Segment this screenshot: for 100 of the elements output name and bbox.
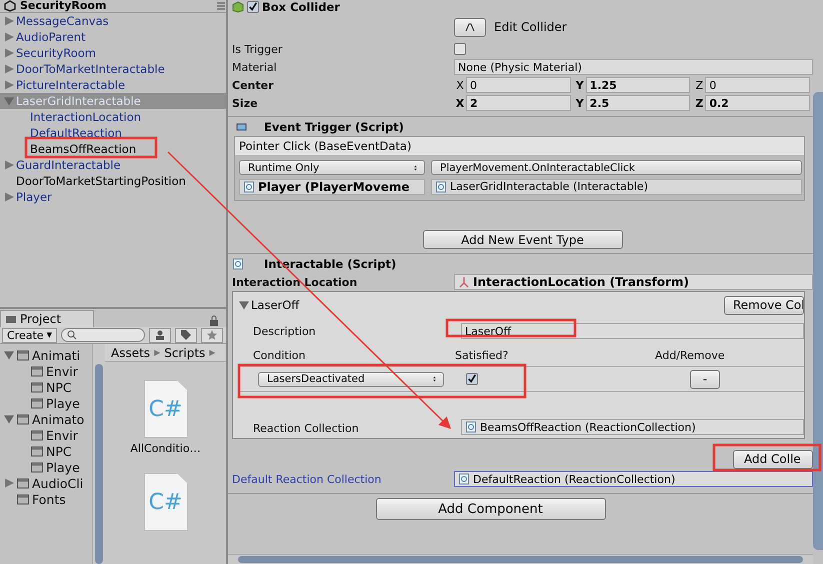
hierarchy-item[interactable]: PictureInteractable [0, 77, 226, 93]
collection-name: LaserOff [251, 298, 300, 312]
vector-field[interactable]: 1.25 [586, 77, 690, 93]
field-label: Material [232, 60, 278, 74]
folder-item[interactable]: Playe [0, 395, 92, 411]
vector-field[interactable]: 0 [705, 77, 810, 93]
star-icon [206, 329, 218, 341]
breadcrumb-separator: ▶ [209, 348, 216, 357]
satisfied-checkbox[interactable] [466, 373, 478, 385]
field-label: Center [232, 78, 275, 92]
checkmark-icon [467, 374, 477, 384]
condition-dropdown[interactable]: LasersDeactivated [258, 372, 444, 386]
argument-field[interactable]: LaserGridInteractable (Interactable) [431, 178, 802, 194]
reaction-collection-field[interactable]: BeamsOffReaction (ReactionCollection) [461, 419, 804, 435]
material-field[interactable]: None (Physic Material) [454, 59, 813, 75]
folder-item[interactable]: AudioCli [0, 475, 92, 491]
interaction-location-field[interactable]: InteractionLocation (Transform) [454, 274, 813, 290]
edit-collider-button[interactable] [454, 18, 486, 36]
project-tab[interactable]: Project [0, 310, 94, 327]
field-label: Size [232, 96, 259, 110]
description-field[interactable]: LaserOff [461, 323, 804, 339]
folder-icon [16, 349, 30, 361]
hierarchy-item[interactable]: BeamsOffReaction [0, 141, 226, 157]
script-icon [435, 180, 447, 192]
hierarchy-item[interactable]: InteractionLocation [0, 109, 226, 125]
field-label: Reaction Collection [253, 422, 360, 435]
hierarchy-item[interactable]: AudioParent [0, 29, 226, 45]
transform-icon [458, 276, 470, 288]
folder-item[interactable]: Animato [0, 411, 92, 427]
folder-item[interactable]: Playe [0, 459, 92, 475]
add-collection-button[interactable]: Add Colle [733, 450, 813, 468]
script-icon [232, 258, 244, 270]
field-label: Description [253, 324, 317, 338]
scene-title: SecurityRoom [20, 0, 106, 12]
horizontal-scrollbar[interactable] [228, 554, 813, 564]
vector-field[interactable]: 0 [466, 77, 571, 93]
hierarchy-item[interactable]: GuardInteractable [0, 157, 226, 173]
folder-icon [16, 493, 30, 505]
hierarchy-item[interactable]: SecurityRoom [0, 45, 226, 61]
function-dropdown[interactable]: PlayerMovement.OnInteractableClick [431, 160, 802, 175]
script-icon [243, 180, 255, 192]
hierarchy-item[interactable]: Player [0, 189, 226, 205]
folder-icon [30, 365, 44, 377]
favorites-button[interactable] [200, 328, 223, 342]
enable-checkbox[interactable] [247, 1, 259, 13]
component-title: Box Collider [262, 0, 340, 14]
folder-icon [30, 381, 44, 393]
breadcrumb-link[interactable]: Scripts [164, 346, 206, 360]
breadcrumb-separator: ▶ [154, 348, 160, 357]
filter-type-button[interactable] [148, 328, 171, 342]
hierarchy-item[interactable]: DefaultReaction [0, 125, 226, 141]
edit-collider-label: Edit Collider [494, 20, 567, 34]
runtime-dropdown[interactable]: Runtime Only [239, 160, 425, 175]
folder-icon [30, 397, 44, 409]
object-field[interactable]: Player (PlayerMoveme [239, 178, 425, 194]
cube-icon [232, 1, 244, 13]
label-filter-button[interactable] [174, 328, 197, 342]
folder-item[interactable]: Envir [0, 427, 92, 443]
axis-label: X [454, 96, 466, 110]
folder-item[interactable]: Envir [0, 363, 92, 379]
menu-icon [214, 0, 226, 12]
field-label: Default Reaction Collection [232, 472, 382, 486]
is-trigger-checkbox[interactable] [454, 43, 466, 55]
folder-item[interactable]: Fonts [0, 491, 92, 507]
breadcrumb-link[interactable]: Assets [111, 346, 150, 360]
axis-label: X [455, 78, 465, 92]
folder-item[interactable]: NPC [0, 379, 92, 395]
add-component-button[interactable]: Add Component [376, 498, 606, 520]
vector-field[interactable]: 2.5 [586, 95, 690, 111]
hierarchy-item[interactable]: DoorToMarketInteractable [0, 61, 226, 77]
folder-item[interactable]: NPC [0, 443, 92, 459]
column-header: Satisfied? [455, 348, 510, 362]
folder-icon [16, 477, 30, 489]
field-label: Is Trigger [232, 42, 284, 56]
hierarchy-item[interactable]: DoorToMarketStartingPosition [0, 173, 226, 189]
folder-item[interactable]: Animati [0, 347, 92, 363]
axis-label: Z [694, 96, 704, 110]
folder-icon [30, 445, 44, 457]
asset-name: AllConditio… [130, 442, 201, 455]
folder-icon [30, 461, 44, 473]
add-event-type-button[interactable]: Add New Event Type [422, 230, 622, 249]
remove-condition-button[interactable]: - [690, 370, 720, 388]
tag-icon [180, 329, 192, 341]
folder-icon [30, 429, 44, 441]
search-icon [66, 329, 78, 341]
checkmark-icon [248, 2, 258, 12]
axis-label: Z [694, 78, 704, 92]
column-header: Add/Remove [655, 348, 726, 362]
search-field[interactable] [60, 328, 145, 342]
event-name: Pointer Click (BaseEventData) [235, 137, 804, 155]
default-reaction-field[interactable]: DefaultReaction (ReactionCollection) [454, 471, 813, 487]
field-label: Interaction Location [232, 276, 358, 288]
remove-collection-button[interactable]: Remove Col [724, 296, 804, 314]
script-icon [465, 421, 477, 433]
hierarchy-item[interactable]: MessageCanvas [0, 13, 226, 29]
scrollbar[interactable] [92, 344, 105, 564]
vector-field[interactable]: 0.2 [705, 95, 810, 111]
axis-label: Y [574, 78, 585, 92]
vector-field[interactable]: 2 [466, 95, 571, 111]
lock-icon [208, 315, 220, 327]
